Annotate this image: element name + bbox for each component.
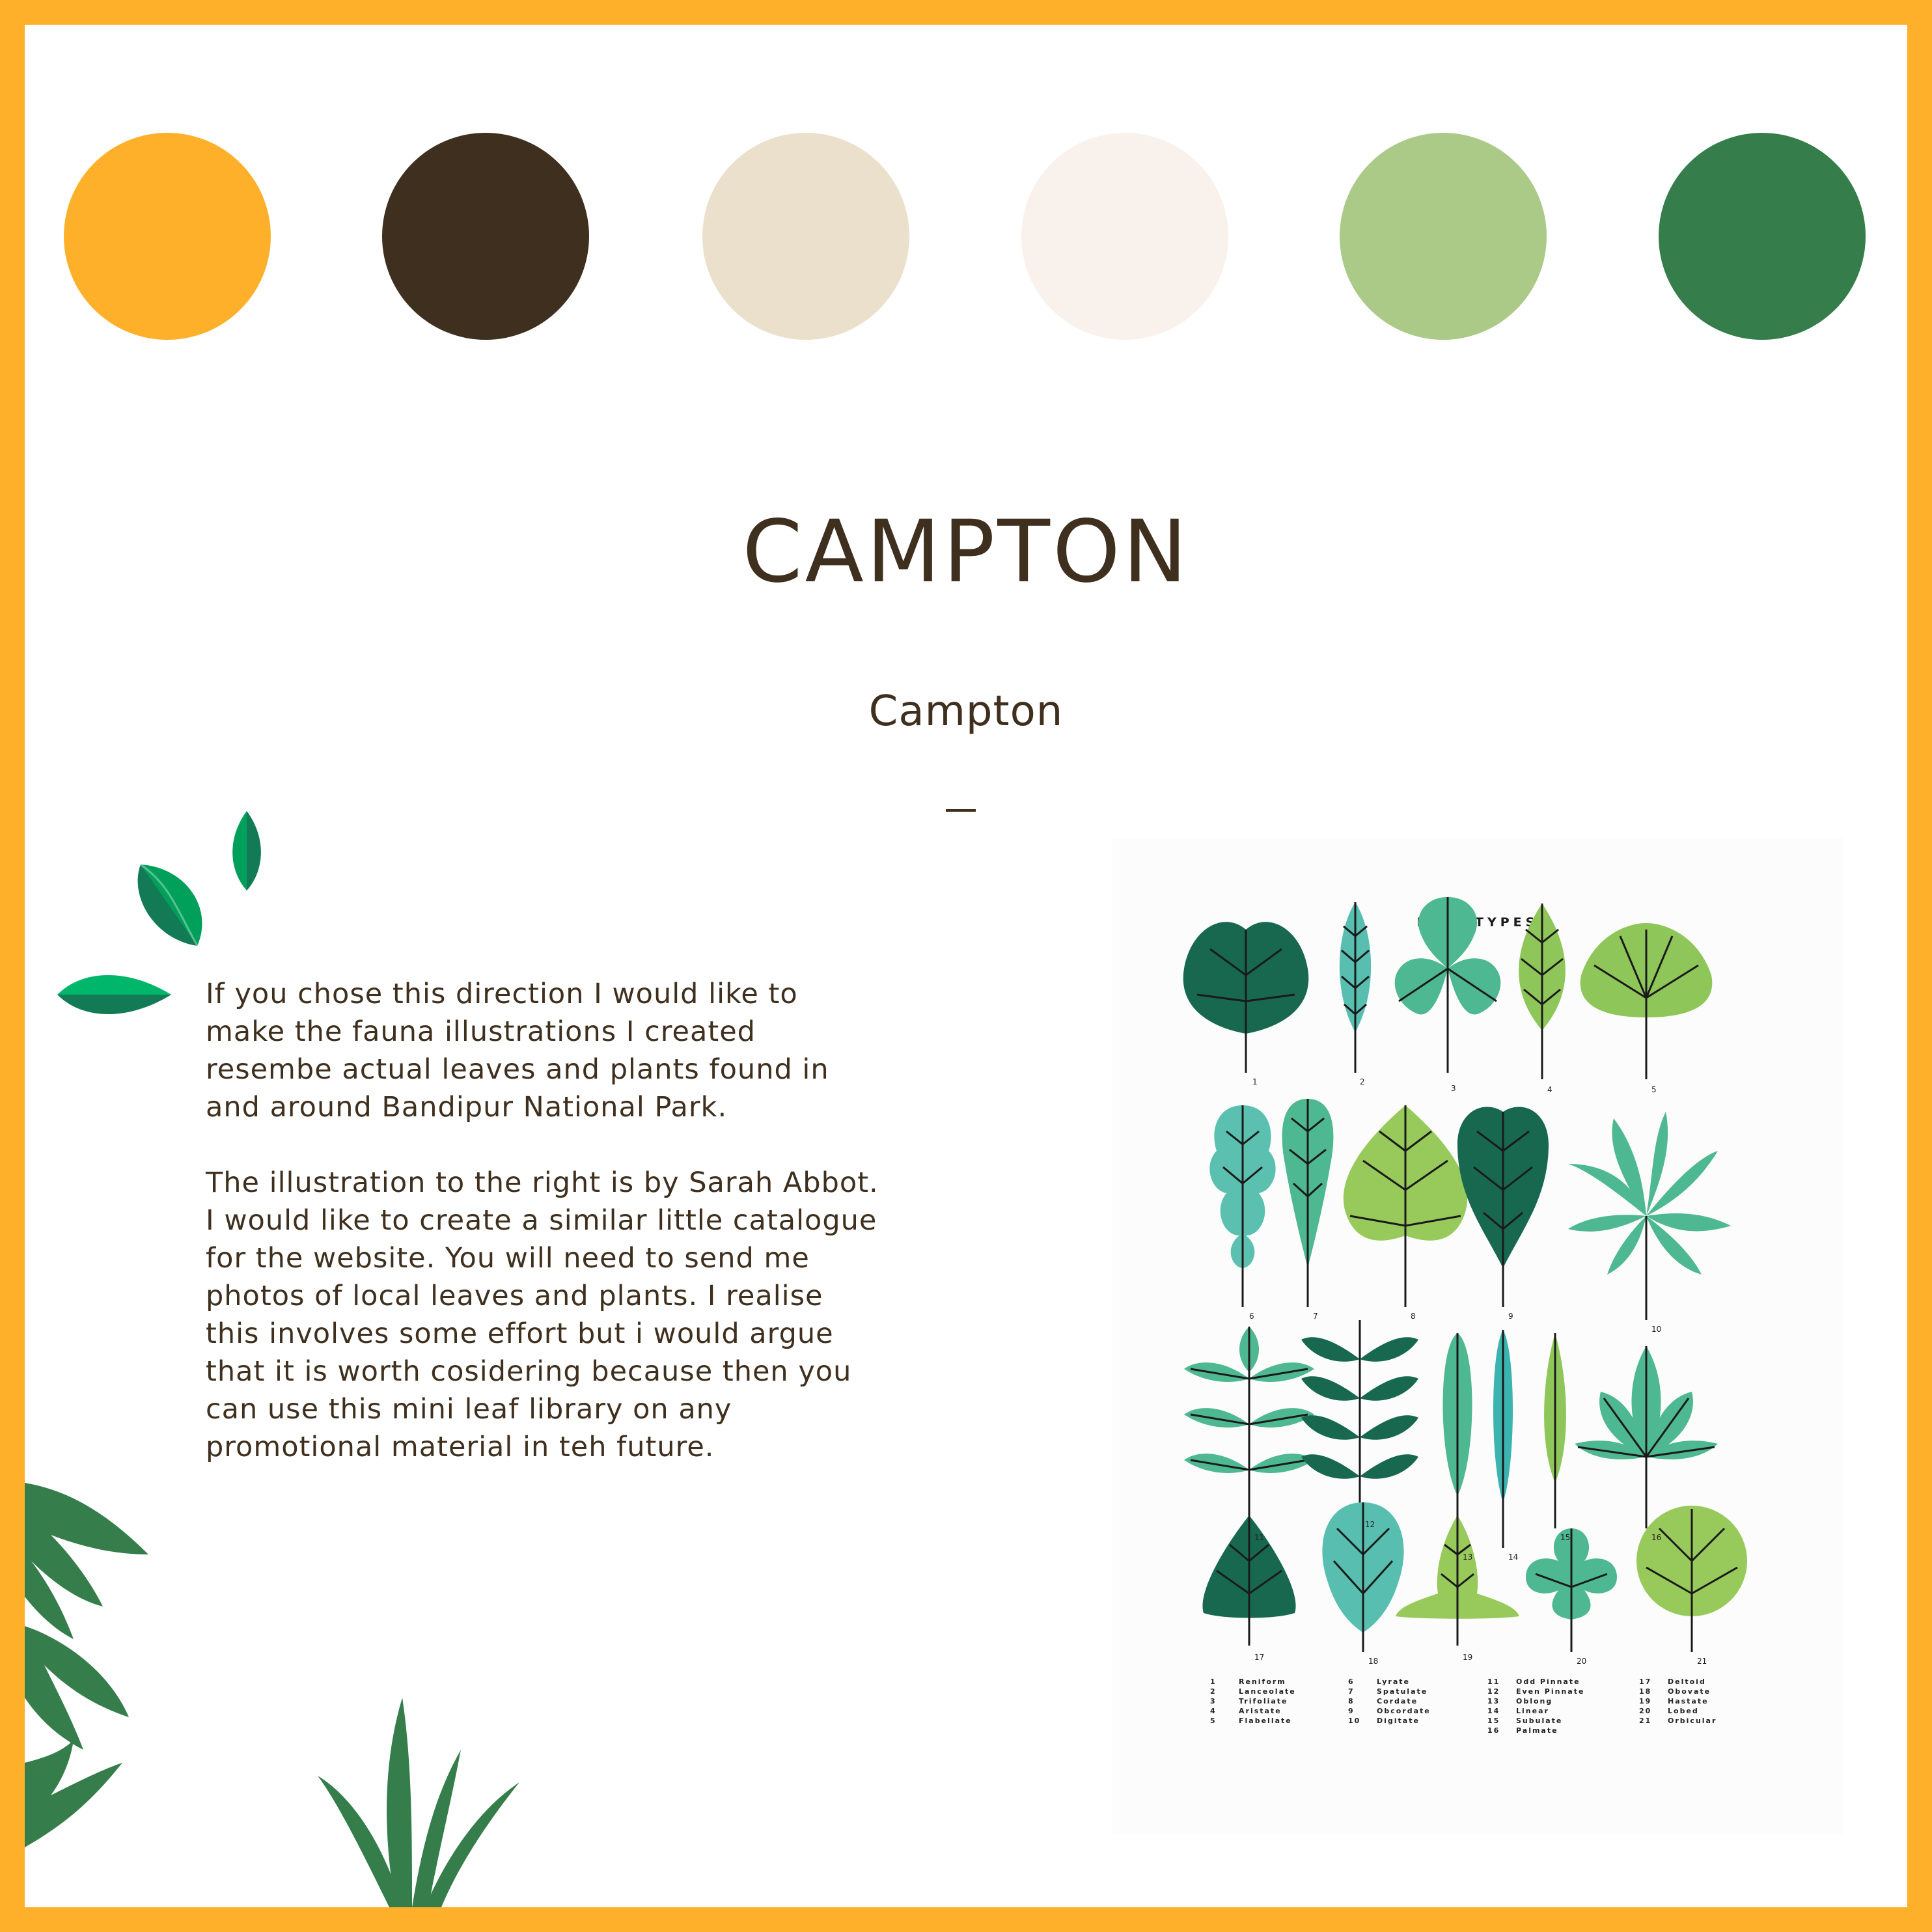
- leaf-trifoliate-icon: [1394, 897, 1501, 1073]
- legend-row: 14 Linear: [1487, 1707, 1549, 1715]
- leaf-number-label: 21: [1697, 1657, 1707, 1666]
- legend-row: 19 Hastate: [1639, 1697, 1709, 1705]
- description-paragraph-1: If you chose this direction I would like…: [206, 978, 829, 1124]
- leaf-number-label: 8: [1411, 1312, 1416, 1321]
- leaf-number-label: 19: [1463, 1653, 1472, 1662]
- description-paragraph-2: The illustration to the right is by Sara…: [206, 1166, 879, 1463]
- leaf-linear-icon: [1493, 1330, 1513, 1548]
- mood-board-page: CAMPTON Campton If you chose this direct: [25, 25, 1907, 1907]
- color-swatch-off-white: [1021, 133, 1228, 340]
- color-swatch-beige: [702, 133, 909, 340]
- leaf-number-label: 11: [1254, 1533, 1264, 1542]
- leaf-flabellate-icon: [1580, 923, 1713, 1079]
- description-text: If you chose this direction I would like…: [206, 975, 954, 1504]
- legend-row: 13 Oblong: [1487, 1697, 1553, 1705]
- leaf-number-label: 18: [1368, 1657, 1378, 1666]
- color-swatch-orange: [64, 133, 271, 340]
- leaf-even-pinnate-icon: [1301, 1320, 1418, 1515]
- leaf-palmate-icon: [1575, 1346, 1718, 1528]
- leaf-number-label: 9: [1508, 1312, 1513, 1321]
- leaf-number-label: 7: [1313, 1312, 1318, 1321]
- leaf-horizontal-icon: [57, 975, 171, 1014]
- leaf-aristate-icon: [1519, 904, 1566, 1079]
- legend-row: 10 Digitate: [1348, 1717, 1420, 1725]
- legend-column-2: 6 Lyrate 7 Spatulate 8 Cordate 9 Obcordate 1…: [1348, 1677, 1511, 1726]
- leaf-lyrate-icon: [1209, 1105, 1276, 1307]
- leaf-cordate-icon: [1343, 1105, 1468, 1307]
- leaf-hastate-icon: [1396, 1515, 1519, 1646]
- leaf-number-label: 1: [1252, 1077, 1258, 1086]
- legend-row: 6 Lyrate: [1348, 1677, 1410, 1686]
- legend-row: 21 Orbicular: [1639, 1717, 1717, 1725]
- leaf-deltoid-icon: [1202, 1515, 1296, 1646]
- divider: [946, 809, 976, 812]
- font-subtitle: Campton: [868, 687, 1064, 736]
- grass-plant-icon: [318, 1698, 519, 1907]
- leaf-types-poster: LEAF TYPES 1 2 3 4 5 6 7 8 9 10 11 12 13…: [1112, 838, 1843, 1834]
- leaf-number-label: 5: [1651, 1085, 1657, 1094]
- palm-frond-icon: [25, 1483, 148, 1847]
- legend-row: 18 Obovate: [1639, 1687, 1711, 1696]
- leaf-lanceolate-icon: [1339, 902, 1372, 1073]
- leaf-odd-pinnate-icon: [1184, 1327, 1314, 1528]
- legend-row: 16 Palmate: [1487, 1726, 1558, 1735]
- leaf-number-label: 4: [1547, 1085, 1552, 1094]
- leaf-number-label: 2: [1360, 1077, 1365, 1086]
- legend-row: 12 Even Pinnate: [1487, 1687, 1585, 1696]
- leaf-number-label: 17: [1254, 1653, 1264, 1662]
- leaf-subulate-icon: [1544, 1333, 1566, 1528]
- leaf-number-label: 16: [1651, 1533, 1661, 1542]
- leaf-obcordate-icon: [1457, 1107, 1549, 1307]
- legend-row: 17 Deltoid: [1639, 1677, 1706, 1686]
- leaf-tilted-icon: [137, 863, 202, 946]
- leaf-number-label: 6: [1249, 1312, 1254, 1321]
- font-title: CAMPTON: [742, 502, 1190, 602]
- leaf-spatulate-icon: [1282, 1099, 1334, 1307]
- legend-column-4: 17 Deltoid 18 Obovate 19 Hastate 20 Lobed 21…: [1639, 1677, 1802, 1726]
- color-swatch-dark-green: [1659, 133, 1866, 340]
- legend-row: 7 Spatulate: [1348, 1687, 1428, 1696]
- leaf-number-label: 15: [1560, 1533, 1570, 1542]
- leaf-orbicular-icon: [1636, 1506, 1747, 1652]
- leaf-number-label: 20: [1577, 1657, 1586, 1666]
- leaf-obovate-icon: [1322, 1502, 1404, 1652]
- leaf-number-label: 10: [1651, 1325, 1661, 1334]
- leaf-lobed-icon: [1526, 1528, 1617, 1652]
- legend-row: 15 Subulate: [1487, 1717, 1563, 1725]
- leaf-digitate-icon: [1568, 1112, 1731, 1320]
- legend-column-3: 11 Odd Pinnate 12 Even Pinnate 13 Oblong 14…: [1487, 1677, 1650, 1735]
- leaf-illustration-grid: 1 23 4 56 7 8 910111213 1415 1617 18 19 20 21: [1183, 897, 1747, 1666]
- color-swatch-dark-brown: [382, 133, 589, 340]
- color-swatch-light-green: [1340, 133, 1547, 340]
- leaf-upright-icon: [232, 811, 261, 890]
- legend-row: 11 Odd Pinnate: [1487, 1677, 1580, 1686]
- leaf-reniform-icon: [1183, 922, 1309, 1073]
- leaf-number-label: 3: [1451, 1084, 1456, 1093]
- leaf-number-label: 12: [1365, 1520, 1375, 1529]
- legend-row: 8 Cordate: [1348, 1697, 1418, 1705]
- leaf-number-label: 13: [1463, 1552, 1472, 1562]
- legend-row: 9 Obcordate: [1348, 1707, 1431, 1715]
- legend-row: 20 Lobed: [1639, 1707, 1699, 1715]
- leaf-number-label: 14: [1508, 1552, 1518, 1562]
